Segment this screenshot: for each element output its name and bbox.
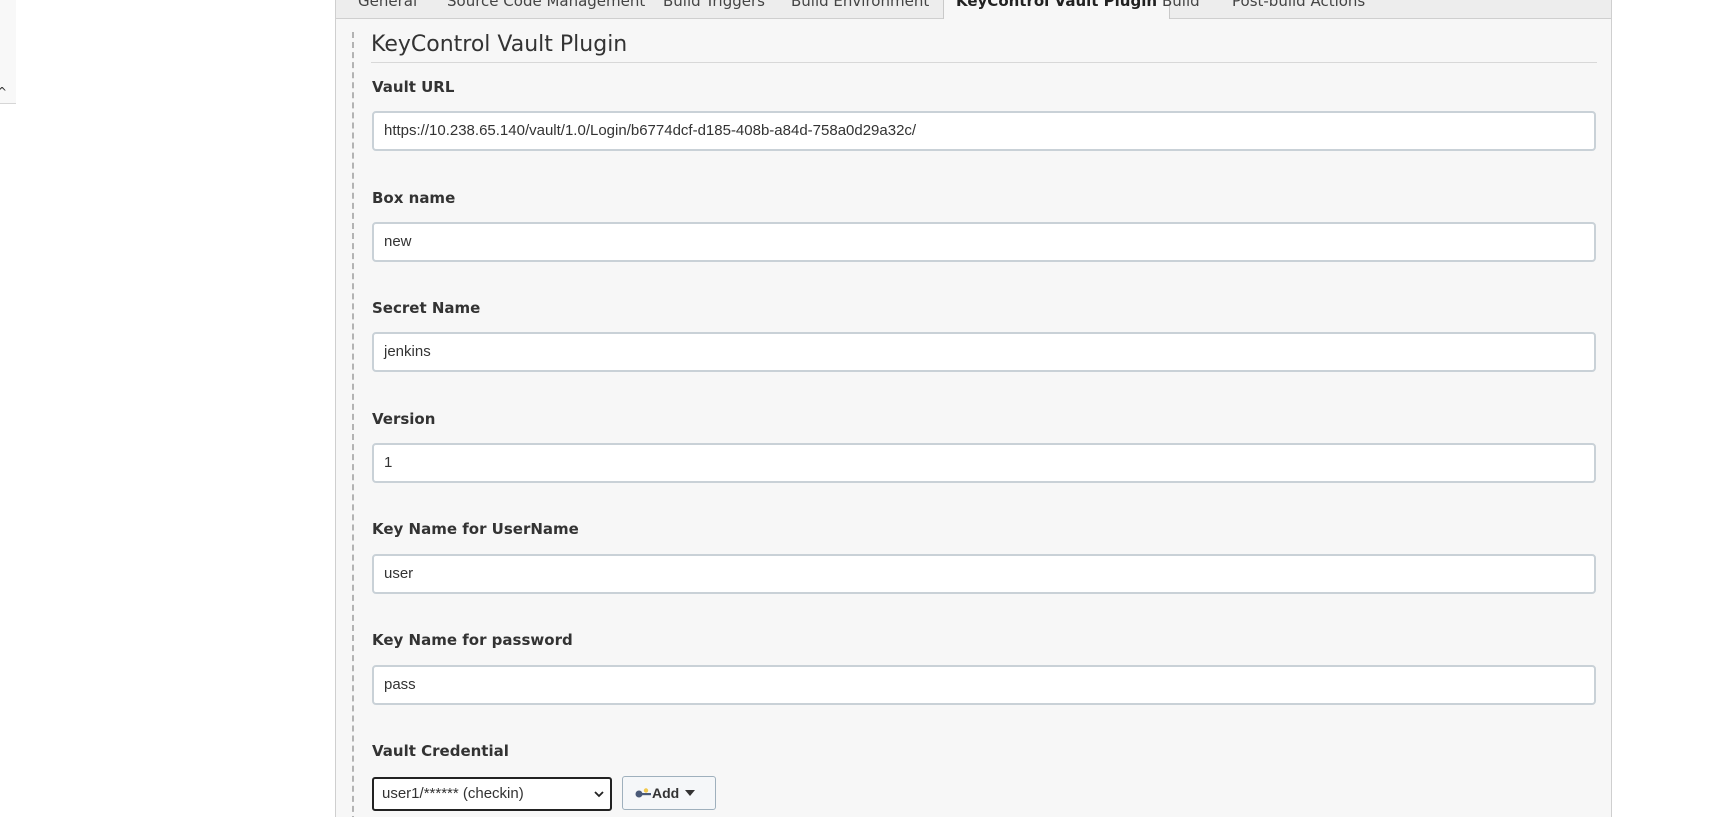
vault-url-input[interactable]: https://10.238.65.140/vault/1.0/Login/b6… (372, 111, 1596, 151)
key-password-label: Key Name for password (372, 631, 573, 649)
tab-build-triggers[interactable]: Build Triggers (663, 0, 765, 17)
add-button-label: Add (652, 785, 680, 801)
secret-name-label: Secret Name (372, 299, 481, 317)
chevron-down-icon (594, 791, 604, 798)
vault-credential-select[interactable]: user1/****** (checkin) (372, 777, 612, 811)
tab-keycontrol-vault-plugin[interactable]: KeyControl Vault Plugin (943, 0, 1171, 19)
section-divider (371, 62, 1597, 63)
vault-credential-selected: user1/****** (checkin) (382, 785, 524, 802)
tab-post-build-actions[interactable]: Post-build Actions (1232, 0, 1365, 17)
add-credential-button[interactable]: Add (622, 776, 716, 810)
chevron-down-icon (685, 790, 695, 796)
config-tab-bar: General Source Code Management Build Tri… (336, 0, 1611, 19)
tab-source-code-management[interactable]: Source Code Management (447, 0, 645, 17)
tab-build[interactable]: Build (1162, 0, 1200, 17)
key-username-input[interactable]: user (372, 554, 1596, 594)
tab-build-environment[interactable]: Build Environment (791, 0, 929, 17)
box-name-label: Box name (372, 189, 456, 207)
version-label: Version (372, 410, 436, 428)
jenkins-config-page: ^ General Source Code Management Build T… (0, 0, 1734, 817)
vault-credential-label: Vault Credential (372, 742, 509, 760)
tab-general[interactable]: General (358, 0, 417, 17)
secret-name-input[interactable]: jenkins (372, 332, 1596, 372)
key-icon (635, 788, 651, 798)
key-password-input[interactable]: pass (372, 665, 1596, 705)
section-title: KeyControl Vault Plugin (371, 32, 628, 57)
vault-url-label: Vault URL (372, 78, 455, 96)
collapse-caret-icon[interactable]: ^ (0, 86, 7, 98)
job-config-frame: General Source Code Management Build Tri… (335, 0, 1612, 817)
box-name-input[interactable]: new (372, 222, 1596, 262)
version-input[interactable]: 1 (372, 443, 1596, 483)
key-username-label: Key Name for UserName (372, 520, 579, 538)
